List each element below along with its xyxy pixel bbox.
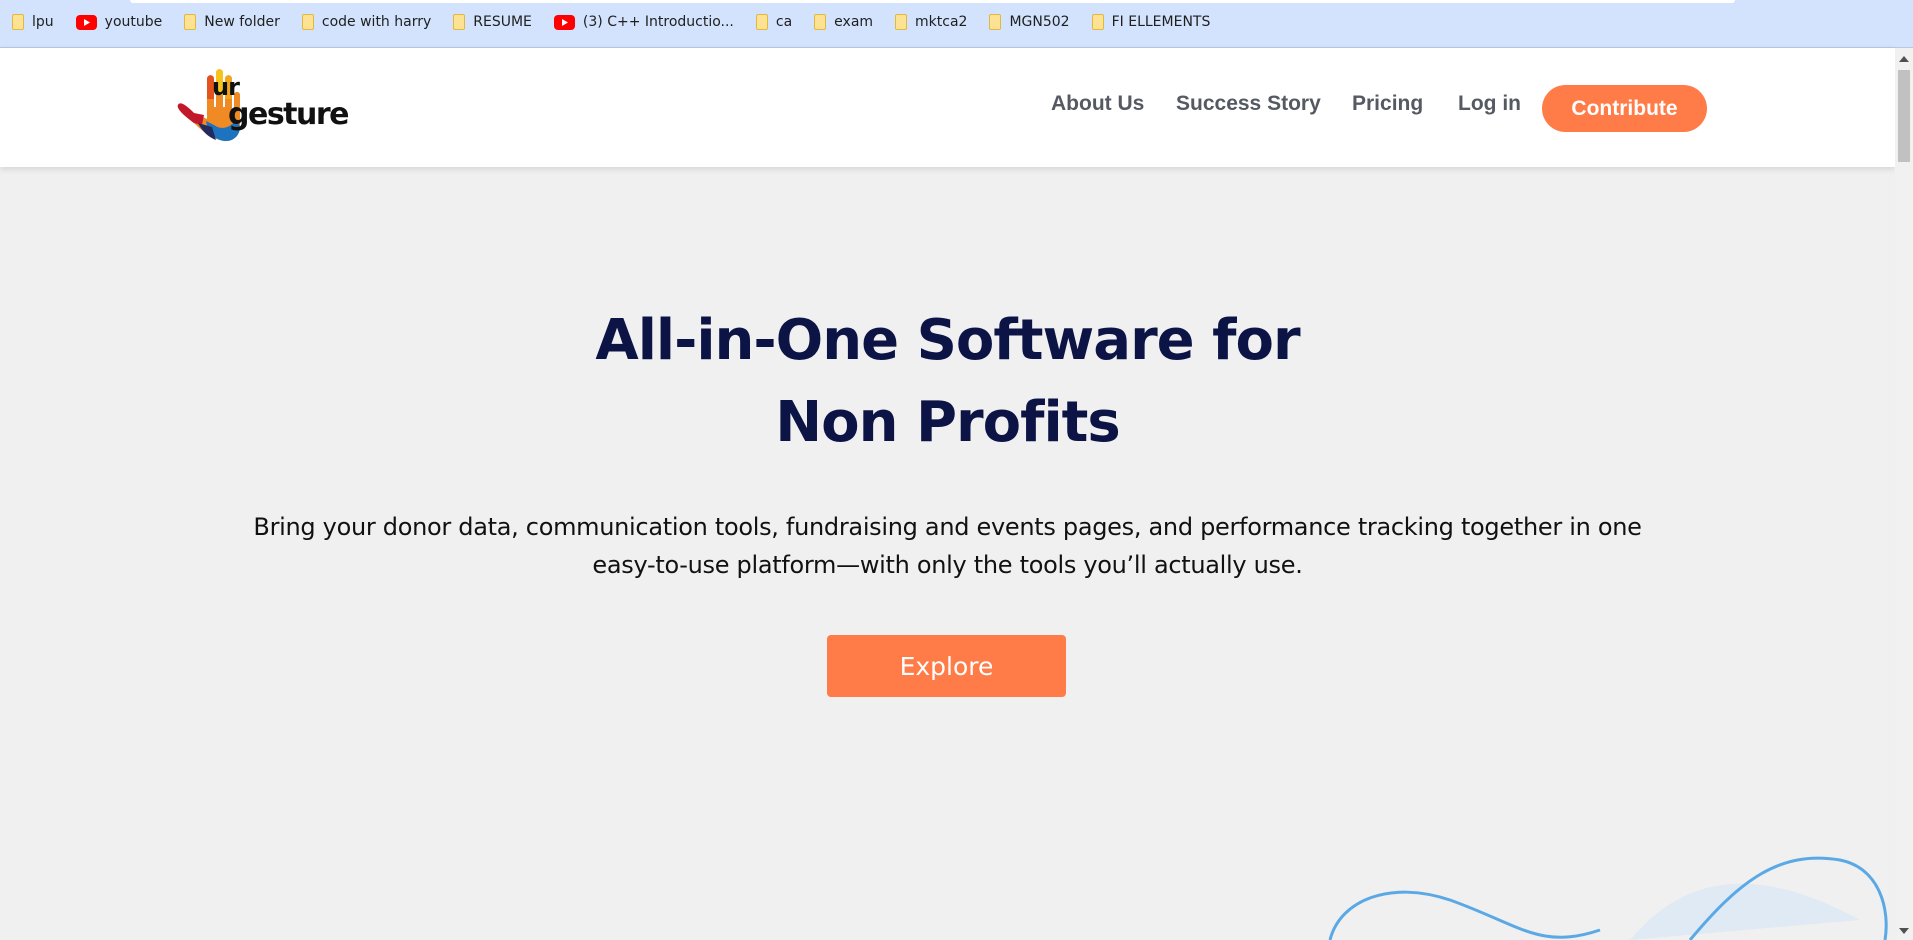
bookmark-label: New folder [204,14,280,30]
bookmark-label: RESUME [473,14,532,30]
folder-icon [301,14,314,30]
bookmark-ca[interactable]: ca [755,14,793,30]
site-header: ur gesture About Us Success Story Pricin… [0,48,1895,167]
folder-icon [895,14,908,30]
bookmark-label: MGN502 [1009,14,1070,30]
youtube-icon [553,14,575,30]
folder-icon [453,14,466,30]
hero-title: All-in-One Software for Non Profits [0,300,1895,464]
bookmark-mktca2[interactable]: mktca2 [895,14,967,30]
bookmark-label: (3) C++ Introductio... [582,14,734,30]
hero-title-line-2: Non Profits [775,390,1121,455]
bookmark-new-folder[interactable]: New folder [184,14,280,30]
address-bar-edge [130,0,1735,3]
hero-subtitle: Bring your donor data, communication too… [253,513,1642,579]
bookmark-label: mktca2 [915,14,968,30]
explore-button[interactable]: Explore [827,635,1066,697]
bookmark-mgn502[interactable]: MGN502 [989,14,1070,30]
bookmark-exam[interactable]: exam [814,14,873,30]
nav-log-in[interactable]: Log in [1458,92,1521,116]
folder-icon [184,14,197,30]
nav-about-us[interactable]: About Us [1051,92,1144,116]
folder-icon [1091,14,1104,30]
folder-icon [989,14,1002,30]
folder-icon [12,14,24,30]
youtube-icon [75,14,97,30]
scroll-down-arrow-icon[interactable] [1899,928,1909,934]
bookmark-label: lpu [32,14,54,30]
bookmark-fi-ellements[interactable]: FI ELLEMENTS [1091,14,1211,30]
scrollbar-thumb[interactable] [1898,70,1910,162]
bookmark-youtube[interactable]: youtube [75,14,163,30]
hero-title-line-1: All-in-One Software for [595,308,1300,373]
nav-pricing[interactable]: Pricing [1352,92,1423,116]
bookmark-label: code with harry [321,14,432,30]
bookmark-label: FI ELLEMENTS [1111,14,1211,30]
bookmark-label: exam [834,14,874,30]
bookmark-resume[interactable]: RESUME [453,14,532,30]
contribute-button[interactable]: Contribute [1542,85,1707,132]
scroll-up-arrow-icon[interactable] [1899,56,1909,62]
bookmark-label: youtube [104,14,163,30]
nav-success-story[interactable]: Success Story [1176,92,1321,116]
bookmark-code-with-harry[interactable]: code with harry [301,14,432,30]
bookmarks-bar: lpu youtube New folder code with harry R… [0,0,1913,48]
decorative-wave-graphic [1328,856,1888,940]
bookmarks-list: lpu youtube New folder code with harry R… [12,14,1210,30]
bookmark-lpu[interactable]: lpu [12,14,54,30]
bookmark-label: ca [775,14,793,30]
folder-icon [814,14,827,30]
bookmark-cpp-introduction[interactable]: (3) C++ Introductio... [553,14,734,30]
folder-icon [755,14,768,30]
page-scrollbar[interactable] [1895,48,1913,940]
